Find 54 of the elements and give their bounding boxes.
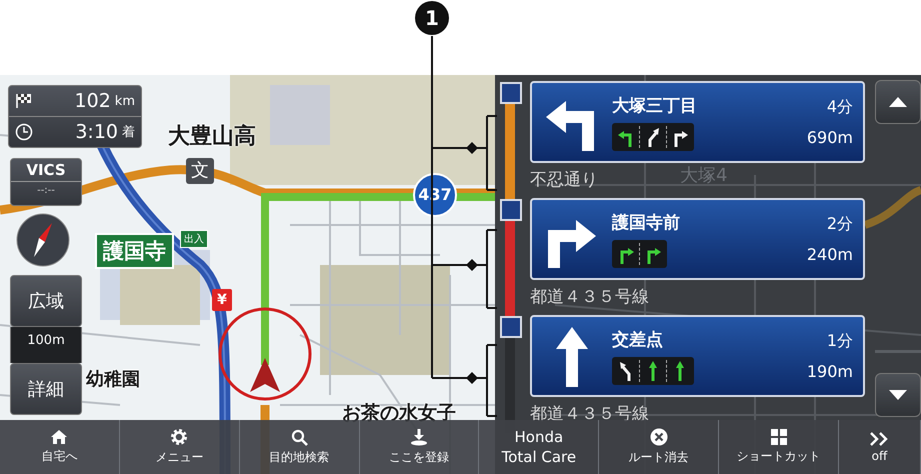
home-icon [50,429,68,445]
zoom-out-button[interactable]: 広域 [10,275,82,327]
toolbar-button[interactable]: 自宅へ [0,420,120,474]
settings-icon [170,428,188,446]
waypoint-marker [500,199,522,221]
toolbar-button[interactable]: ショートカット [719,420,839,474]
turn-guide-card[interactable]: 交差点 1分 190m [530,315,865,397]
scale-indicator: 100m [10,327,82,363]
road-name: 都道４３５号線 [530,286,649,309]
down-triangle-icon [888,389,908,401]
map-label: 大豊山高 [168,122,256,151]
intersection-name: 大塚三丁目 [612,94,698,116]
intersection-name: 護国寺前 [612,212,681,234]
compass-icon[interactable] [16,213,70,267]
distance-unit: km [114,94,135,108]
intersection-name: 交差点 [612,328,664,350]
map-label: 出入 [180,230,208,248]
toolbar-button[interactable]: ルート消去 [599,420,720,474]
road-name: 不忍通り [530,169,598,192]
distance-text: 690m [806,128,853,147]
scroll-up-button[interactable] [875,80,921,124]
waypoint-marker [500,82,522,104]
distance-text: 190m [806,362,853,381]
toolbar-button[interactable]: Honda Total Care [479,420,600,474]
distance-text: 102 [74,90,111,112]
flag-icon [15,93,33,109]
turn-guide-card[interactable]: 護国寺前 2分 240m [530,198,865,280]
arrival-label: 着 [122,124,135,141]
map-label: ¥ [212,289,232,311]
toolbar-button[interactable]: ここを登録 [360,420,480,474]
distance-text: 240m [806,245,853,264]
download-icon [410,428,428,446]
waypoint-marker [500,316,522,338]
map-label: 幼稚園 [86,368,140,391]
time-text: 4分 [826,97,853,118]
clock-icon [15,123,33,141]
up-triangle-icon [888,96,908,108]
close-icon [650,428,668,446]
zoom-in-button[interactable]: 詳細 [10,363,82,415]
map-label: 護国寺 [95,233,174,269]
time-text: 1分 [826,331,853,352]
search-icon [290,428,308,446]
turn-guide-card[interactable]: 大塚三丁目 4分 690m [530,81,865,163]
scroll-down-button[interactable] [875,373,921,417]
double-chevron-icon [869,432,890,446]
toolbar-button[interactable]: off [838,420,921,474]
time-text: 2分 [826,214,853,235]
vics-button[interactable]: VICS --:-- [10,158,82,206]
map-label: 文 [186,158,214,184]
arrival-time: 3:10 [75,121,118,143]
toolbar-button[interactable]: 目的地検索 [240,420,360,474]
callout-number: 1 [415,1,449,35]
toolbar-button[interactable]: メニュー [120,420,240,474]
grid-icon [770,429,787,445]
